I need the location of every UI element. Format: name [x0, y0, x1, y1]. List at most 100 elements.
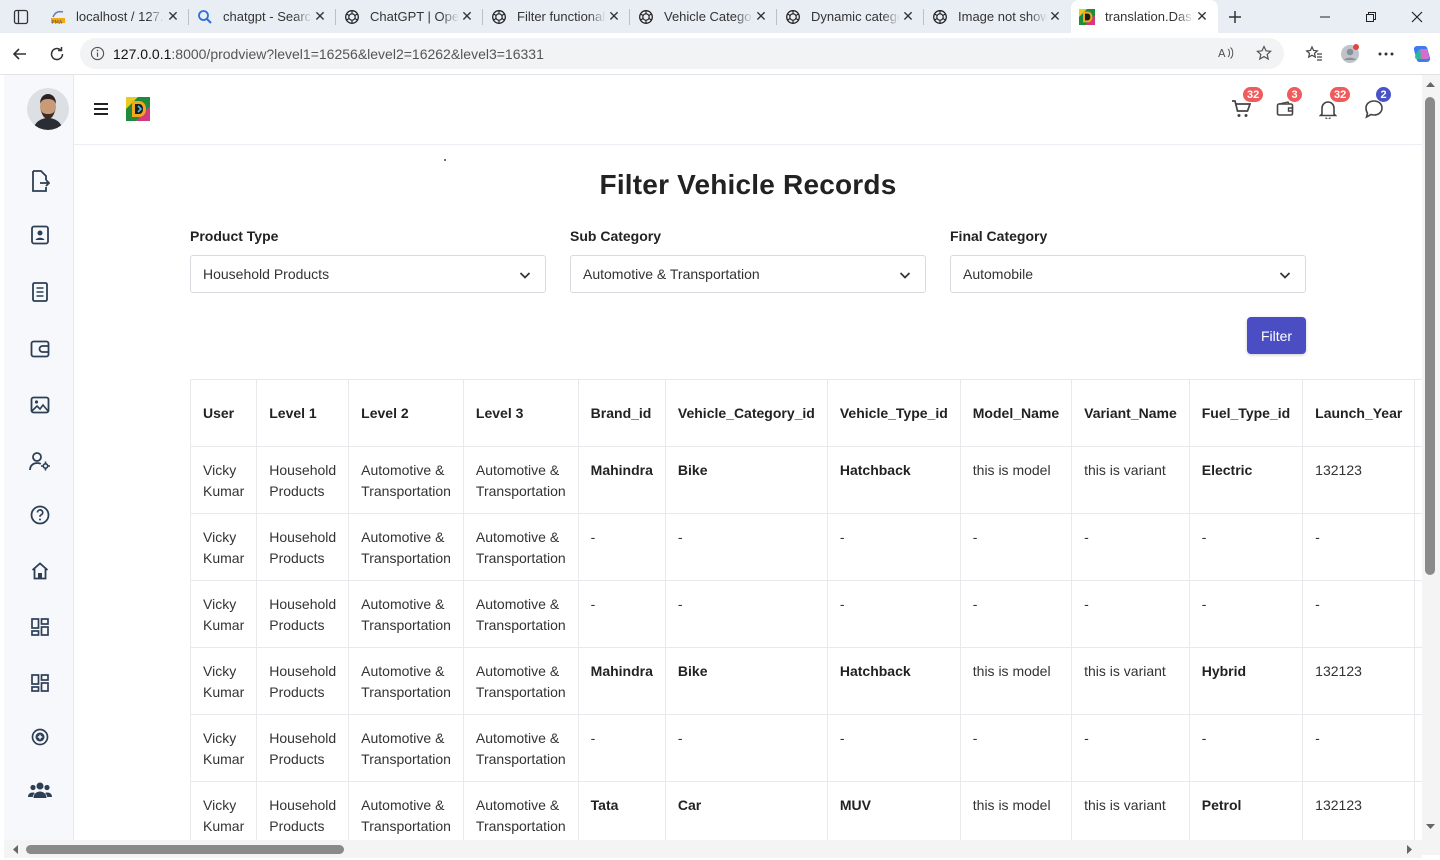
table-cell: Automotive & Transportation [348, 513, 464, 581]
table-cell: Automotive & Transportation [462, 714, 579, 782]
browser-tab[interactable]: chatgpt - Search ✕ [189, 0, 336, 33]
sidebar-contact-card-icon[interactable] [28, 223, 52, 247]
table-cell: - [577, 513, 666, 581]
reload-icon[interactable] [38, 33, 75, 75]
close-tab-icon[interactable]: ✕ [753, 8, 769, 25]
filter-button[interactable]: Filter [1247, 317, 1306, 354]
tab-actions-icon[interactable] [0, 0, 42, 33]
table-cell: Vicky Kumar [190, 580, 258, 648]
web-page: 32 3 32 2 Filter Vehicle Records Product… [4, 75, 1422, 855]
sidebar-document-icon[interactable] [28, 280, 52, 304]
horizontal-scrollbar[interactable] [4, 840, 1422, 858]
table-cell: Bike [664, 446, 828, 514]
sidebar-dashboard-icon[interactable] [28, 615, 52, 639]
browser-tab[interactable]: PMA localhost / 127.0.0.1✕ [42, 0, 189, 33]
chevron-down-icon [519, 268, 531, 280]
records-table-wrapper: User Level 1 Level 2 Level 3 Brand_id Vehicle… [190, 379, 1422, 855]
browser-tab[interactable]: Filter functionality✕ [483, 0, 630, 33]
table-cell: Hybrid [1188, 647, 1304, 715]
sub-category-select[interactable]: Automotive & Transportation [570, 255, 926, 293]
browser-tab[interactable]: Dynamic category✕ [777, 0, 924, 33]
favorites-icon[interactable] [1296, 33, 1332, 75]
close-tab-icon[interactable]: ✕ [165, 8, 181, 25]
user-avatar[interactable] [27, 88, 69, 130]
cart-badge: 32 [1243, 87, 1264, 102]
sidebar-wallet-icon[interactable] [28, 337, 52, 361]
product-type-value: Household Products [203, 266, 330, 282]
address-bar-row: 127.0.0.1:8000/prodview?level1=16256&lev… [0, 33, 1440, 75]
back-icon[interactable] [1, 33, 38, 75]
close-tab-icon[interactable]: ✕ [1047, 8, 1063, 25]
column-header: User [190, 379, 258, 447]
table-cell: Hatchback [826, 446, 961, 514]
sidebar-dashboard-2-icon[interactable] [28, 671, 52, 695]
url-field[interactable]: 127.0.0.1:8000/prodview?level1=16256&lev… [80, 38, 1284, 69]
column-header: Brand_id [577, 379, 666, 447]
close-window-icon[interactable] [1394, 0, 1440, 33]
sidebar-help-icon[interactable] [28, 503, 52, 527]
favorite-star-icon[interactable] [1256, 45, 1272, 64]
table-cell: - [826, 580, 961, 648]
final-category-select[interactable]: Automobile [950, 255, 1306, 293]
profile-avatar-icon[interactable] [1332, 33, 1368, 75]
more-options-icon[interactable] [1368, 33, 1404, 75]
table-cell: Mahindra [577, 446, 666, 514]
close-tab-icon[interactable]: ✕ [900, 8, 916, 25]
openai-icon [344, 9, 360, 25]
wallet-badge: 3 [1287, 87, 1302, 102]
browser-tab[interactable]: ChatGPT | OpenAI✕ [336, 0, 483, 33]
column-header: Model_Name [959, 379, 1073, 447]
sidebar-add-circle-icon[interactable] [28, 725, 52, 749]
vertical-scrollbar[interactable] [1422, 75, 1440, 855]
browser-tab[interactable]: Image not showing✕ [924, 0, 1071, 33]
browser-tab[interactable]: Vehicle Category ✕ [630, 0, 777, 33]
table-cell: this is variant [1071, 446, 1190, 514]
cart-icon[interactable]: 32 [1229, 87, 1264, 121]
minimize-icon[interactable] [1302, 0, 1348, 33]
close-tab-icon[interactable]: ✕ [312, 8, 328, 25]
table-cell: MUV [826, 781, 961, 849]
table-cell: Automotive & Transportation [348, 446, 464, 514]
new-tab-button[interactable] [1218, 0, 1252, 33]
tab-title: ChatGPT | OpenAI [370, 9, 459, 24]
sidebar-team-icon[interactable] [28, 778, 52, 802]
table-cell: - [1188, 580, 1304, 648]
table-cell: - [1302, 580, 1416, 648]
close-tab-icon[interactable]: ✕ [459, 8, 475, 25]
read-aloud-icon[interactable]: A [1218, 45, 1234, 64]
sidebar-user-settings-icon[interactable] [28, 449, 52, 473]
horizontal-scroll-thumb[interactable] [26, 845, 344, 854]
close-tab-icon[interactable]: ✕ [1194, 8, 1210, 25]
wallet-icon[interactable]: 3 [1273, 87, 1302, 121]
table-cell: Automotive & Transportation [462, 580, 579, 648]
menu-toggle-icon[interactable] [92, 100, 110, 118]
table-cell: Vicky Kumar [190, 647, 258, 715]
browser-tab-bar: PMAlocalhost / 127.0.0.1✕chatgpt - Searc… [0, 0, 1440, 33]
main-content: Filter Vehicle Records Product Type Hous… [74, 145, 1422, 855]
url-host: 127.0.0.1 [113, 45, 172, 62]
table-cell: - [664, 580, 828, 648]
table-cell: - [1414, 580, 1422, 648]
notification-bell-icon[interactable]: 32 [1316, 87, 1351, 121]
sidebar-image-icon[interactable] [28, 393, 52, 417]
restore-icon[interactable] [1348, 0, 1394, 33]
browser-tab[interactable]: translation.Dashboard✕ [1071, 0, 1218, 33]
openai-icon [785, 9, 801, 25]
messages-badge: 2 [1376, 87, 1391, 102]
app-logo-icon[interactable] [126, 97, 150, 121]
product-type-select[interactable]: Household Products [190, 255, 546, 293]
table-cell: Mahindra [577, 647, 666, 715]
messages-icon[interactable]: 2 [1362, 87, 1391, 121]
vertical-scroll-thumb[interactable] [1425, 97, 1435, 575]
table-cell: - [1071, 580, 1190, 648]
table-cell: 132123 [1302, 647, 1416, 715]
table-cell: Household Products [256, 647, 350, 715]
sidebar-home-icon[interactable] [28, 559, 52, 583]
copilot-icon[interactable] [1404, 33, 1440, 75]
table-cell: Electric [1188, 446, 1304, 514]
sidebar-export-file-icon[interactable] [28, 169, 52, 193]
site-info-icon[interactable] [90, 46, 105, 61]
close-tab-icon[interactable]: ✕ [606, 8, 622, 25]
table-cell: Vicky Kumar [190, 714, 258, 782]
table-cell: - [1302, 513, 1416, 581]
